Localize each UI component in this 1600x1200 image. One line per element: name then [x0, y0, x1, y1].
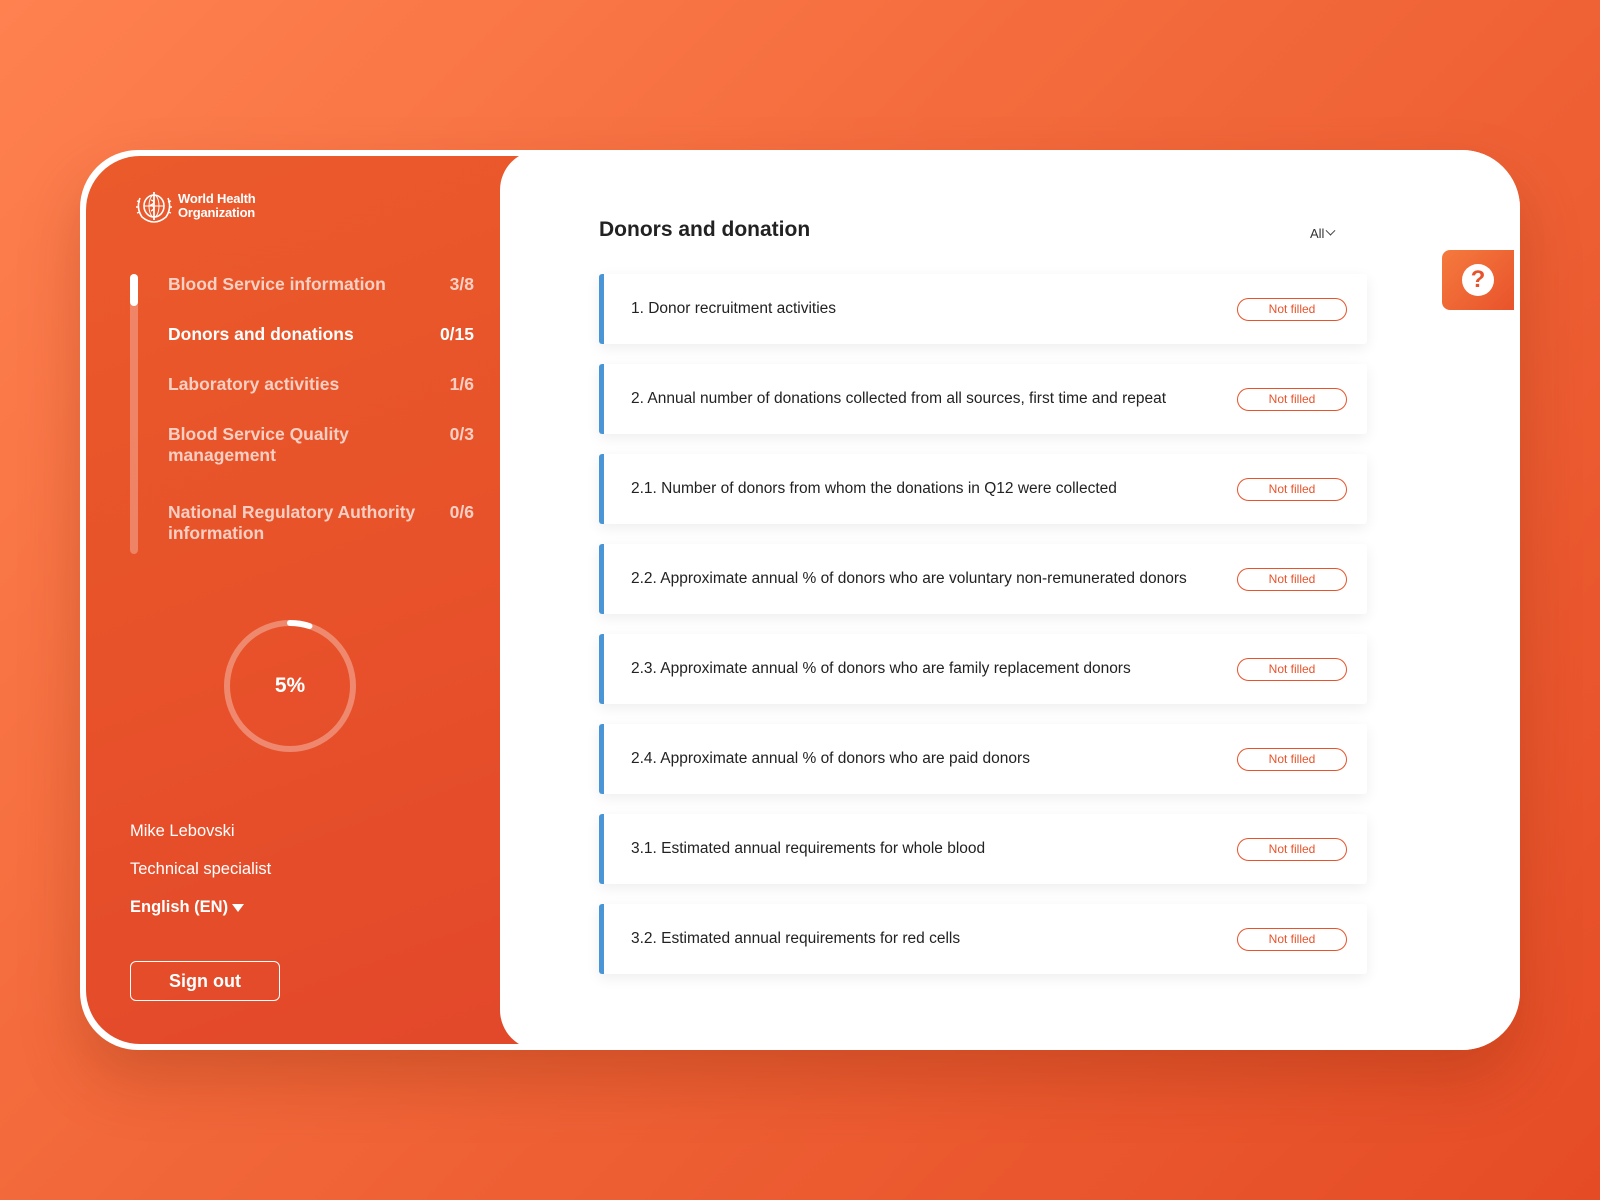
who-emblem-icon: [136, 192, 172, 223]
question-label: 2.4. Approximate annual % of donors who …: [631, 750, 1030, 767]
logo-line-2: Organization: [178, 205, 256, 220]
nav-scroll-thumb[interactable]: [130, 274, 138, 306]
status-badge: Not filled: [1237, 297, 1347, 321]
help-question-icon: ?: [1462, 264, 1494, 296]
nav-item-label: Blood Service information: [168, 274, 386, 294]
sidebar: World Health Organization Blood Service …: [86, 156, 526, 1044]
status-badge: Not filled: [1237, 927, 1347, 951]
sign-out-button[interactable]: Sign out: [130, 961, 280, 1001]
app-window: World Health Organization Blood Service …: [80, 150, 1520, 1050]
status-badge: Not filled: [1237, 657, 1347, 681]
nav-item-count: 0/6: [449, 502, 474, 522]
nav-item-quality-management[interactable]: Blood Service Quality management 0/3: [168, 424, 474, 466]
question-label: 3.2. Estimated annual requirements for r…: [631, 930, 961, 947]
user-role: Technical specialist: [130, 860, 272, 878]
help-symbol: ?: [1470, 266, 1486, 293]
nav-item-laboratory-activities[interactable]: Laboratory activities 1/6: [168, 374, 474, 395]
filter-label: All: [1310, 226, 1325, 241]
logo-line-1: World Health: [178, 191, 256, 206]
nav-item-count: 1/6: [449, 374, 474, 394]
nav-item-count: 0/3: [449, 424, 474, 444]
main-content: Donors and donation All 1. Donor recruit…: [500, 150, 1520, 1050]
who-logo[interactable]: World Health Organization: [132, 186, 256, 226]
question-row[interactable]: 3.2. Estimated annual requirements for r…: [599, 904, 1367, 974]
nav-item-count: 0/15: [439, 324, 474, 344]
chevron-down-icon: [1326, 225, 1336, 236]
help-button[interactable]: ?: [1442, 250, 1514, 310]
question-row[interactable]: 1. Donor recruitment activities Not fill…: [599, 274, 1367, 344]
nav-item-donors-and-donations[interactable]: Donors and donations 0/15: [168, 324, 474, 345]
question-row[interactable]: 2.1. Number of donors from whom the dona…: [599, 454, 1367, 524]
language-selector[interactable]: English (EN): [130, 898, 245, 917]
status-badge: Not filled: [1237, 387, 1347, 411]
question-label: 2.3. Approximate annual % of donors who …: [631, 660, 1131, 677]
nav-scroll-track[interactable]: [130, 274, 138, 554]
question-row[interactable]: 2. Annual number of donations collected …: [599, 364, 1367, 434]
language-label: English (EN): [130, 898, 229, 916]
nav-item-label: Laboratory activities: [168, 374, 340, 394]
caret-down-icon: [232, 903, 245, 912]
status-badge: Not filled: [1237, 477, 1347, 501]
question-row[interactable]: 2.2. Approximate annual % of donors who …: [599, 544, 1367, 614]
nav-item-label: Donors and donations: [168, 324, 354, 344]
question-label: 1. Donor recruitment activities: [631, 300, 837, 317]
nav-item-label: Blood Service Quality management: [168, 424, 349, 465]
status-badge: Not filled: [1237, 747, 1347, 771]
nav-item-national-regulatory-authority[interactable]: National Regulatory Authority informatio…: [168, 502, 474, 544]
logo-text: World Health Organization: [178, 192, 256, 220]
nav-item-label: National Regulatory Authority informatio…: [168, 502, 416, 543]
question-label: 3.1. Estimated annual requirements for w…: [631, 840, 986, 857]
question-row[interactable]: 2.3. Approximate annual % of donors who …: [599, 634, 1367, 704]
page-title: Donors and donation: [599, 218, 811, 241]
status-badge: Not filled: [1237, 567, 1347, 591]
progress-percent: 5%: [274, 674, 306, 697]
question-row[interactable]: 2.4. Approximate annual % of donors who …: [599, 724, 1367, 794]
nav-item-blood-service-information[interactable]: Blood Service information 3/8: [168, 274, 474, 295]
filter-dropdown[interactable]: All: [1310, 225, 1336, 241]
question-label: 2.1. Number of donors from whom the dona…: [631, 480, 1117, 497]
question-list: 1. Donor recruitment activities Not fill…: [599, 274, 1367, 994]
status-badge: Not filled: [1237, 837, 1347, 861]
question-label: 2.2. Approximate annual % of donors who …: [631, 570, 1187, 587]
question-label: 2. Annual number of donations collected …: [631, 390, 1167, 407]
user-name: Mike Lebovski: [130, 822, 235, 840]
nav-item-count: 3/8: [449, 274, 474, 294]
question-row[interactable]: 3.1. Estimated annual requirements for w…: [599, 814, 1367, 884]
